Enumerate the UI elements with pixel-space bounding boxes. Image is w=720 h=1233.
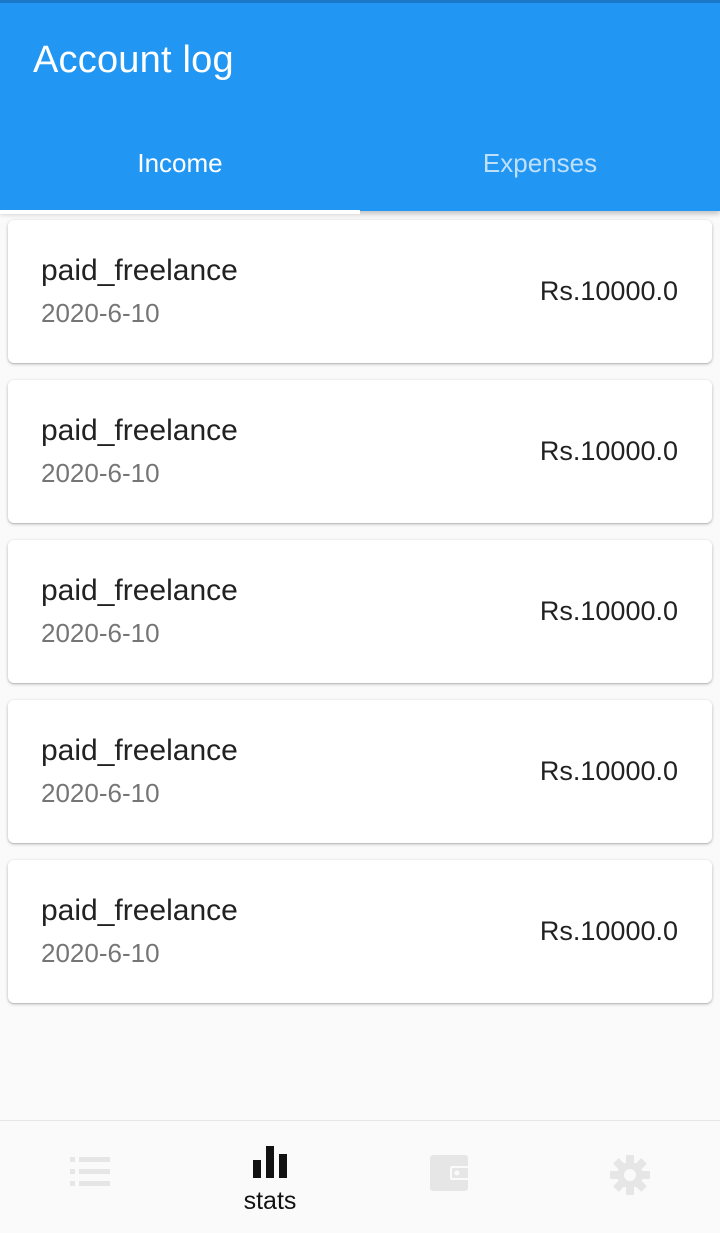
list-item[interactable]: paid_freelance 2020-6-10 Rs.10000.0 <box>8 220 712 363</box>
entry-amount: Rs.10000.0 <box>539 596 678 626</box>
app-screen: Account log Income Expenses paid_freelan… <box>0 0 720 1233</box>
entry-date: 2020-6-10 <box>41 458 160 488</box>
list-item[interactable]: paid_freelance 2020-6-10 Rs.10000.0 <box>8 700 712 843</box>
entry-title: paid_freelance <box>41 894 238 927</box>
entry-title: paid_freelance <box>41 574 238 607</box>
list-item[interactable]: paid_freelance 2020-6-10 Rs.10000.0 <box>8 860 712 1003</box>
entry-date: 2020-6-10 <box>41 618 160 648</box>
nav-item-stats[interactable]: stats <box>180 1121 360 1233</box>
entry-title: paid_freelance <box>41 734 238 767</box>
tab-bar: Income Expenses <box>0 128 720 214</box>
entry-amount: Rs.10000.0 <box>539 916 678 946</box>
tab-income-label: Income <box>137 148 223 178</box>
entry-date: 2020-6-10 <box>41 298 160 328</box>
entry-date: 2020-6-10 <box>41 938 160 968</box>
income-list: paid_freelance 2020-6-10 Rs.10000.0 paid… <box>8 220 712 1020</box>
gear-icon <box>610 1155 650 1200</box>
nav-label-stats: stats <box>243 1187 297 1215</box>
entry-title: paid_freelance <box>41 414 238 447</box>
list-icon <box>70 1155 110 1194</box>
entry-amount: Rs.10000.0 <box>539 276 678 306</box>
list-item[interactable]: paid_freelance 2020-6-10 Rs.10000.0 <box>8 380 712 523</box>
entry-amount: Rs.10000.0 <box>539 756 678 786</box>
tab-expenses[interactable]: Expenses <box>360 128 720 214</box>
entry-amount: Rs.10000.0 <box>539 436 678 466</box>
app-bar: Account log Income Expenses <box>0 0 720 214</box>
list-item[interactable]: paid_freelance 2020-6-10 Rs.10000.0 <box>8 540 712 683</box>
entry-title: paid_freelance <box>41 254 238 287</box>
bar-chart-icon <box>253 1146 287 1183</box>
nav-item-list[interactable] <box>0 1121 180 1233</box>
tab-income[interactable]: Income <box>0 128 360 214</box>
nav-item-wallet[interactable] <box>360 1121 540 1233</box>
bottom-navigation: stats <box>0 1120 720 1233</box>
nav-item-settings[interactable] <box>540 1121 720 1233</box>
wallet-icon <box>430 1155 470 1196</box>
tab-expenses-label: Expenses <box>482 148 598 178</box>
tab-indicator <box>0 210 360 214</box>
page-title: Account log <box>33 39 234 81</box>
entry-date: 2020-6-10 <box>41 778 160 808</box>
